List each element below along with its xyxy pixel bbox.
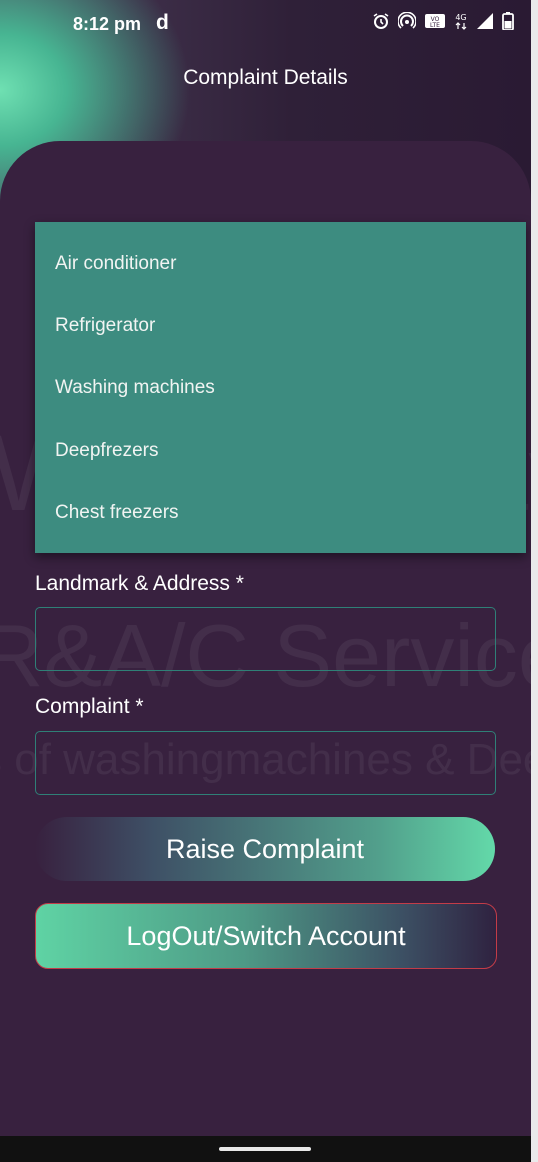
logout-switch-account-label: LogOut/Switch Account (126, 920, 406, 951)
dropdown-item-deepfrezers[interactable]: Deepfrezers (55, 440, 159, 462)
svg-text:4G: 4G (455, 13, 466, 22)
4g-icon: 4G (454, 12, 468, 37)
landmark-address-input[interactable] (35, 607, 496, 671)
dropdown-item-air-conditioner[interactable]: Air conditioner (55, 253, 176, 275)
status-bar: 8:12 pm d VO LTE 4G (0, 0, 531, 50)
system-navigation-bar (0, 1136, 531, 1162)
app-notification-icon: d (156, 11, 169, 34)
app-screen: 8:12 pm d VO LTE 4G Complaint Details Ai… (0, 0, 531, 1162)
screen-edge (531, 0, 538, 1162)
battery-icon (502, 12, 514, 37)
svg-text:LTE: LTE (430, 22, 440, 29)
signal-icon (476, 12, 494, 37)
raise-complaint-label: Raise Complaint (165, 833, 365, 864)
status-icons: VO LTE 4G (372, 11, 514, 37)
category-dropdown-menu[interactable]: Air conditioner Refrigerator Washing mac… (35, 222, 526, 553)
status-time: 8:12 pm (73, 14, 142, 34)
dropdown-item-chest-freezers[interactable]: Chest freezers (55, 502, 179, 524)
dropdown-item-washing-machines[interactable]: Washing machines (55, 377, 215, 399)
dropdown-item-refrigerator[interactable]: Refrigerator (55, 315, 155, 337)
complaint-input[interactable] (35, 731, 496, 795)
complaint-label: Complaint * (35, 695, 144, 718)
home-gesture-handle[interactable] (219, 1147, 311, 1151)
hotspot-icon (397, 11, 417, 37)
logout-switch-account-button[interactable]: LogOut/Switch Account (35, 903, 497, 969)
raise-complaint-button[interactable]: Raise Complaint (35, 817, 495, 881)
alarm-icon (372, 12, 390, 37)
page-title: Complaint Details (183, 66, 348, 89)
landmark-address-label: Landmark & Address * (35, 572, 244, 595)
volte-icon: VO LTE (424, 12, 446, 37)
